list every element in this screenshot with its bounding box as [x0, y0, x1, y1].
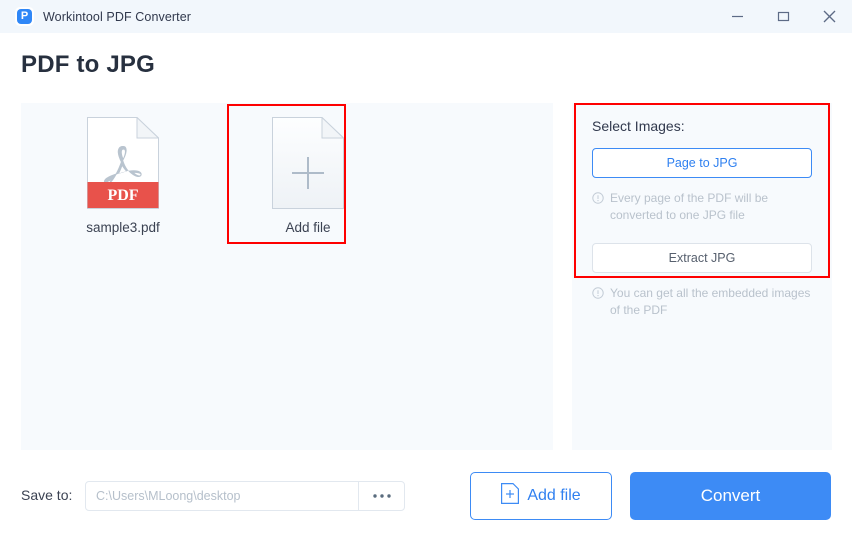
pdf-file-icon: PDF [87, 117, 159, 209]
save-path-input[interactable]: C:\Users\MLoong\desktop [86, 482, 358, 510]
add-file-button[interactable]: Add file [470, 472, 612, 520]
app-logo-letter: P [21, 11, 28, 22]
save-path-box[interactable]: C:\Users\MLoong\desktop [85, 481, 405, 511]
info-icon [592, 192, 604, 224]
extract-jpg-hint-text: You can get all the embedded images of t… [610, 285, 816, 319]
window-controls [714, 0, 852, 33]
add-file-tile-label: Add file [285, 220, 330, 235]
app-logo-icon: P [15, 7, 34, 26]
maximize-button[interactable] [760, 0, 806, 33]
file-list-panel: PDF sample3.pdf Add file [21, 103, 553, 450]
svg-text:PDF: PDF [107, 187, 138, 204]
page-to-jpg-hint-text: Every page of the PDF will be converted … [610, 190, 816, 224]
add-file-tile[interactable]: Add file [252, 117, 364, 235]
browse-folder-button[interactable] [358, 482, 404, 510]
app-title: Workintool PDF Converter [43, 10, 191, 24]
title-bar: P Workintool PDF Converter [0, 0, 852, 33]
close-button[interactable] [806, 0, 852, 33]
page-to-jpg-label: Page to JPG [667, 156, 738, 170]
page-to-jpg-button[interactable]: Page to JPG [592, 148, 812, 178]
save-to-label: Save to: [21, 487, 72, 503]
extract-jpg-label: Extract JPG [669, 251, 736, 265]
file-name-label: sample3.pdf [86, 220, 160, 235]
info-icon [592, 287, 604, 319]
minimize-button[interactable] [714, 0, 760, 33]
add-file-button-label: Add file [527, 487, 580, 505]
convert-button[interactable]: Convert [630, 472, 831, 520]
file-tile-sample3[interactable]: PDF sample3.pdf [67, 117, 179, 235]
select-images-title: Select Images: [592, 118, 685, 134]
convert-button-label: Convert [701, 486, 761, 506]
add-file-plus-icon [501, 483, 519, 509]
extract-jpg-hint: You can get all the embedded images of t… [592, 285, 816, 319]
page-title: PDF to JPG [21, 51, 155, 79]
add-file-document-icon [272, 117, 344, 209]
extract-jpg-button[interactable]: Extract JPG [592, 243, 812, 273]
page-to-jpg-hint: Every page of the PDF will be converted … [592, 190, 816, 224]
